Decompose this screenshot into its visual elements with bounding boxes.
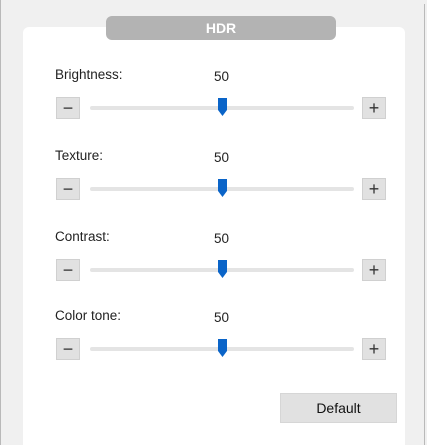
contrast-slider-track[interactable] bbox=[90, 260, 354, 278]
texture-slider-track[interactable] bbox=[90, 179, 354, 197]
texture-value: 50 bbox=[214, 150, 230, 165]
color-tone-value: 50 bbox=[214, 310, 230, 325]
texture-slider-thumb[interactable] bbox=[217, 179, 227, 197]
brightness-decrease-button[interactable]: − bbox=[56, 97, 80, 119]
brightness-slider-track[interactable] bbox=[90, 98, 354, 116]
brightness-value: 50 bbox=[214, 69, 230, 84]
contrast-increase-button[interactable]: + bbox=[362, 259, 386, 281]
default-button[interactable]: Default bbox=[280, 393, 397, 423]
contrast-decrease-button[interactable]: − bbox=[56, 259, 80, 281]
color-tone-label: Color tone: bbox=[55, 308, 122, 323]
contrast-value: 50 bbox=[214, 231, 230, 246]
color-tone-slider-thumb[interactable] bbox=[217, 339, 227, 357]
color-tone-slider-track[interactable] bbox=[90, 339, 354, 357]
texture-row: Texture: 50 − + bbox=[1, 148, 427, 218]
color-tone-decrease-button[interactable]: − bbox=[56, 338, 80, 360]
contrast-row: Contrast: 50 − + bbox=[1, 229, 427, 299]
brightness-increase-button[interactable]: + bbox=[362, 97, 386, 119]
contrast-slider-thumb[interactable] bbox=[217, 260, 227, 278]
texture-label: Texture: bbox=[55, 148, 104, 163]
brightness-label: Brightness: bbox=[55, 67, 123, 82]
top-divider bbox=[1, 0, 426, 4]
hdr-window: HDR Brightness: 50 − + Texture: 50 − + C… bbox=[0, 0, 427, 445]
brightness-slider-thumb[interactable] bbox=[217, 98, 227, 116]
color-tone-increase-button[interactable]: + bbox=[362, 338, 386, 360]
brightness-row: Brightness: 50 − + bbox=[1, 67, 427, 137]
hdr-tab[interactable]: HDR bbox=[106, 16, 336, 40]
texture-increase-button[interactable]: + bbox=[362, 178, 386, 200]
color-tone-row: Color tone: 50 − + bbox=[1, 308, 427, 378]
contrast-label: Contrast: bbox=[55, 229, 110, 244]
texture-decrease-button[interactable]: − bbox=[56, 178, 80, 200]
